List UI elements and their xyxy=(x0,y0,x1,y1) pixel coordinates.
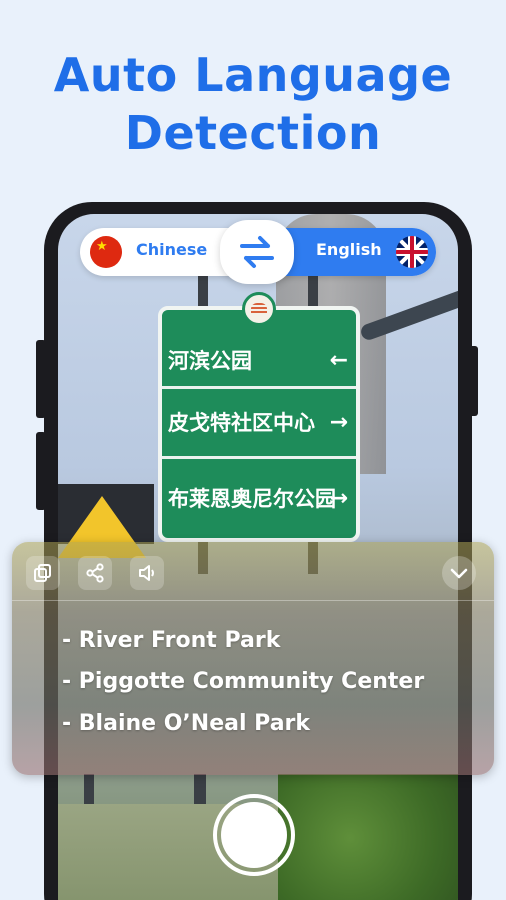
chevron-down-icon xyxy=(450,568,468,579)
translation-result-1: - River Front Park xyxy=(62,628,281,653)
sign-emblem-icon xyxy=(242,292,276,326)
panel-divider xyxy=(12,600,494,601)
target-language-button[interactable]: English xyxy=(316,240,382,259)
collapse-panel-button[interactable] xyxy=(442,556,476,590)
sign-line-2-text: 皮戈特社区中心 xyxy=(168,411,315,435)
share-icon xyxy=(86,563,104,583)
china-flag-icon: ★ xyxy=(90,236,122,268)
sign-divider-2 xyxy=(162,456,356,459)
swap-languages-button[interactable] xyxy=(220,220,294,284)
uk-flag-icon xyxy=(396,236,428,268)
arrow-right-icon: → xyxy=(329,409,348,435)
bushes xyxy=(278,774,458,900)
copy-button[interactable] xyxy=(26,556,60,590)
swap-arrows-icon xyxy=(240,236,274,268)
translation-result-3: - Blaine O’Neal Park xyxy=(62,711,311,736)
shutter-button-inner[interactable] xyxy=(221,802,287,868)
sign-line-1-text: 河滨公园 xyxy=(168,349,252,373)
sign-line-3: 布莱恩奥尼尔公园 → xyxy=(164,468,354,528)
copy-icon xyxy=(34,564,51,582)
source-language-button[interactable]: Chinese xyxy=(136,240,207,259)
arrow-left-icon: ← xyxy=(329,347,348,373)
share-button[interactable] xyxy=(78,556,112,590)
headline: Auto Language Detection xyxy=(0,46,506,162)
headline-line-2: Detection xyxy=(124,106,382,160)
arrow-right-icon: → xyxy=(329,485,348,511)
sign-line-1: 河滨公园 ← xyxy=(164,330,354,390)
speaker-icon xyxy=(139,565,154,581)
sign-line-3-text: 布莱恩奥尼尔公园 xyxy=(168,487,336,511)
speak-button[interactable] xyxy=(130,556,164,590)
sign-divider-1 xyxy=(162,386,356,389)
headline-line-1: Auto Language xyxy=(53,48,453,102)
sign-line-2: 皮戈特社区中心 → xyxy=(164,392,354,452)
translation-result-2: - Piggotte Community Center xyxy=(62,669,425,694)
